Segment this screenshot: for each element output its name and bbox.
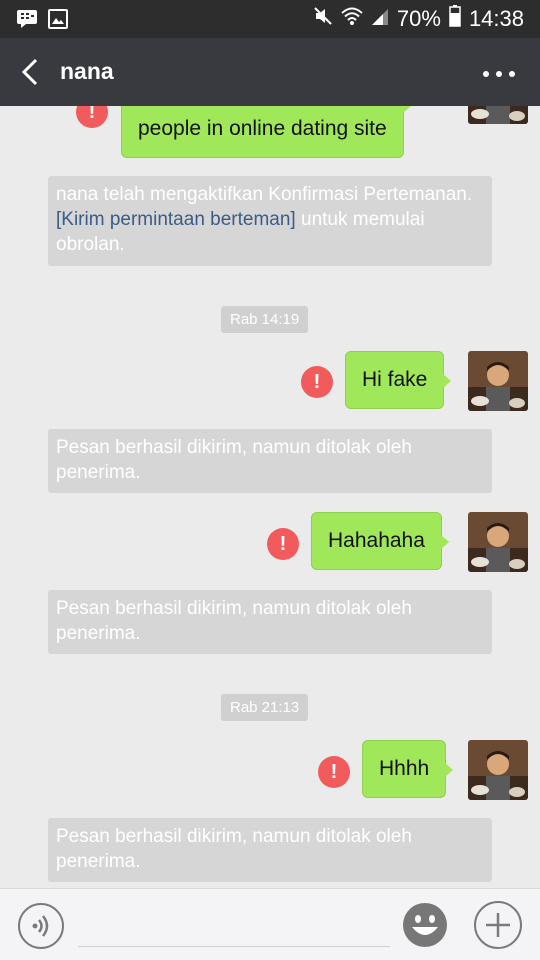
back-button[interactable] — [14, 54, 48, 90]
error-icon[interactable]: ! — [267, 528, 299, 560]
system-message: Pesan berhasil dikirim, namun ditolak ol… — [48, 818, 492, 882]
plus-icon — [486, 913, 510, 937]
bbm-icon — [16, 9, 38, 34]
chat-header: nana — [0, 38, 540, 106]
battery-label: 70% — [396, 6, 441, 31]
error-icon[interactable]: ! — [301, 366, 333, 398]
user-avatar[interactable] — [468, 106, 528, 124]
sent-message-bubble[interactable]: Hahahaha — [311, 512, 449, 570]
timestamp: Rab 14:19 — [221, 306, 309, 333]
status-bar: 70% 14:38 — [0, 0, 540, 38]
message-text: Hi fake — [362, 368, 428, 391]
emoji-icon — [403, 903, 447, 947]
friend-request-link[interactable]: [Kirim permintaan berteman] — [56, 209, 296, 230]
message-input[interactable] — [78, 901, 390, 947]
system-message: Pesan berhasil dikirim, namun ditolak ol… — [48, 429, 492, 493]
battery-icon — [449, 5, 461, 33]
more-icon — [483, 71, 515, 77]
sent-message-bubble[interactable]: people in online dating site — [121, 106, 411, 158]
voice-button[interactable] — [18, 903, 64, 949]
signal-icon — [371, 6, 389, 32]
error-icon[interactable]: ! — [76, 106, 108, 128]
emoji-button[interactable] — [401, 901, 449, 949]
mute-icon — [313, 6, 333, 32]
user-avatar[interactable] — [468, 351, 528, 411]
plus-button[interactable] — [474, 901, 522, 949]
timestamp: Rab 21:13 — [221, 694, 309, 721]
message-text: Hhhh — [379, 757, 430, 780]
more-button[interactable] — [482, 66, 516, 77]
chevron-left-icon — [21, 58, 38, 86]
message-text: people in online dating site — [138, 117, 387, 140]
error-icon[interactable]: ! — [318, 756, 350, 788]
sent-message-bubble[interactable]: Hi fake — [345, 351, 452, 409]
clock: 14:38 — [468, 6, 524, 31]
chat-area[interactable]: ! people in online dating site nana tela… — [0, 106, 540, 888]
gallery-icon — [48, 9, 68, 34]
system-message: Pesan berhasil dikirim, namun ditolak ol… — [48, 590, 492, 654]
input-bar — [0, 888, 540, 960]
wifi-icon — [341, 6, 363, 32]
user-avatar[interactable] — [468, 512, 528, 572]
message-text: Hahahaha — [328, 529, 425, 552]
chat-title: nana — [60, 58, 114, 84]
sent-message-bubble[interactable]: Hhhh — [362, 740, 454, 798]
voice-icon — [32, 915, 49, 937]
system-message: nana telah mengaktifkan Konfirmasi Perte… — [48, 176, 492, 266]
user-avatar[interactable] — [468, 740, 528, 800]
